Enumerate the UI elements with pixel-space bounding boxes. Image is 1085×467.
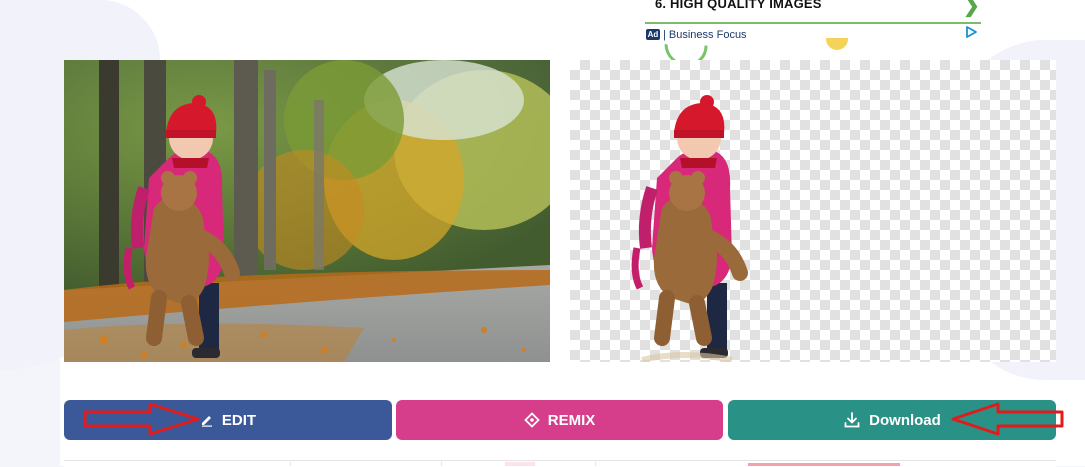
next-section-divider bbox=[290, 462, 442, 466]
edit-button[interactable]: EDIT bbox=[64, 400, 392, 440]
ad-title[interactable]: 6. HIGH QUALITY IMAGES bbox=[655, 0, 822, 11]
diamond-icon bbox=[523, 412, 540, 428]
ad-divider bbox=[645, 22, 981, 24]
edit-button-label: EDIT bbox=[221, 411, 257, 429]
chevron-right-icon[interactable]: ❯ bbox=[963, 0, 980, 18]
ad-badge: Ad bbox=[646, 29, 660, 40]
pencil-icon bbox=[200, 413, 214, 427]
adchoices-play-icon[interactable] bbox=[965, 26, 977, 38]
download-button[interactable]: Download bbox=[728, 400, 1056, 440]
result-image bbox=[570, 60, 1056, 362]
download-button-label: Download bbox=[869, 411, 941, 429]
download-icon bbox=[843, 411, 861, 429]
original-image bbox=[64, 60, 550, 362]
next-section-divider bbox=[595, 462, 746, 466]
next-section-accent bbox=[505, 462, 535, 466]
remix-button[interactable]: REMIX bbox=[396, 400, 723, 440]
remix-button-label: REMIX bbox=[547, 411, 596, 429]
